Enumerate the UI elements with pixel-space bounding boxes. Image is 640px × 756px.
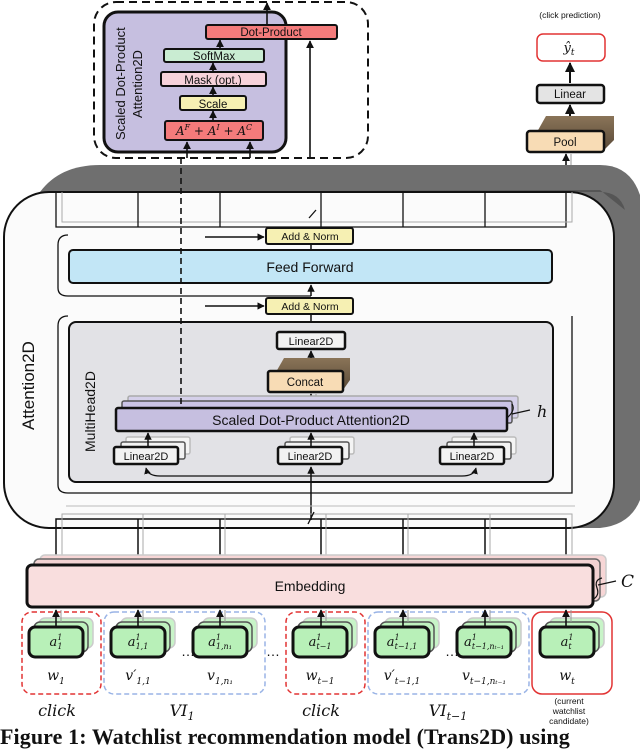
input-item-label: wt (559, 668, 575, 687)
group-label-vi-t-minus-1: VIt−1 (429, 701, 468, 723)
linear-label: Linear (554, 89, 586, 101)
candidate-note-line2: watchlist (552, 706, 586, 716)
multihead2d-label: MultiHead2D (82, 371, 98, 452)
linear2d-input-left-label: Linear2D (124, 451, 169, 463)
attention2d-label: Attention2D (19, 341, 38, 430)
sdpa-inset: Scaled Dot-Product Attention2D Dot-Produ… (93, 1, 369, 159)
click-prediction-annotation: (click prediction) (539, 10, 601, 20)
linear2d-input-right-label: Linear2D (450, 451, 495, 463)
add-norm-bottom-label: Add & Norm (281, 301, 338, 313)
input-node-2: a1 1,1v′1,1 (109, 609, 176, 687)
input-item-label: wt−1 (306, 668, 335, 687)
ellipsis-between-groups: … (266, 643, 280, 659)
channels-symbol: C (621, 572, 634, 592)
group-label-click-1: click (38, 701, 76, 720)
input-item-label: w1 (47, 668, 65, 687)
pool-label: Pool (553, 137, 576, 149)
mask-label: Mask (opt.) (184, 75, 242, 87)
inputs-row: … … … a1 1w1a1 1,1v′1,1a1 1,n₁v1,n₁a1 t−1wt−… (21, 609, 613, 695)
input-node-symbol: a1 1 (50, 633, 63, 651)
embedding-label: Embedding (275, 578, 346, 594)
softmax-label: SoftMax (193, 51, 235, 63)
attention2d-block: Attention2D Add & Norm Feed Forward Add … (3, 165, 640, 529)
sdpa-label: Scaled Dot-Product Attention2D (212, 412, 410, 428)
figure-caption: Figure 1: Watchlist recommendation model… (0, 724, 570, 749)
input-node-5: a1 t−1,1v′t−1,1 (373, 609, 440, 687)
inset-title-line1: Scaled Dot-Product (113, 27, 128, 140)
input-item-label: v1,n₁ (207, 668, 233, 687)
candidate-note-line1: (current (554, 696, 584, 706)
input-item-label: v′1,1 (125, 668, 150, 687)
input-item-label: vt−1,nₜ₋₁ (462, 668, 506, 687)
input-node-4: a1 t−1wt−1 (291, 609, 358, 687)
add-norm-top-label: Add & Norm (281, 231, 338, 243)
input-node-6: a1 t−1,nₜ₋₁vt−1,nₜ₋₁ (455, 609, 522, 687)
concat-label: Concat (287, 377, 324, 389)
heads-symbol: h (537, 402, 547, 421)
input-node-symbol: a1 t (561, 633, 574, 651)
output-head: (click prediction) ŷt Linear Pool (525, 10, 614, 192)
trans2d-diagram: Scaled Dot-Product Attention2D Dot-Produ… (3, 1, 640, 726)
embedding-block: Embedding C (25, 554, 634, 609)
linear2d-input-middle-label: Linear2D (288, 451, 333, 463)
input-node-7: a1 t wt (538, 609, 605, 687)
input-node-1: a1 1 w1 (27, 609, 94, 687)
scale-label: Scale (199, 99, 228, 111)
linear2d-top-label: Linear2D (289, 336, 334, 348)
input-node-3: a1 1,n₁v1,n₁ (191, 609, 258, 687)
feed-forward-label: Feed Forward (266, 259, 353, 275)
group-label-click-t-minus-1: click (302, 701, 340, 720)
group-label-vi-1: VI1 (170, 701, 195, 723)
input-item-label: v′t−1,1 (384, 668, 421, 687)
dot-product-label: Dot-Product (240, 27, 302, 39)
inset-title-line2: Attention2D (130, 50, 145, 118)
